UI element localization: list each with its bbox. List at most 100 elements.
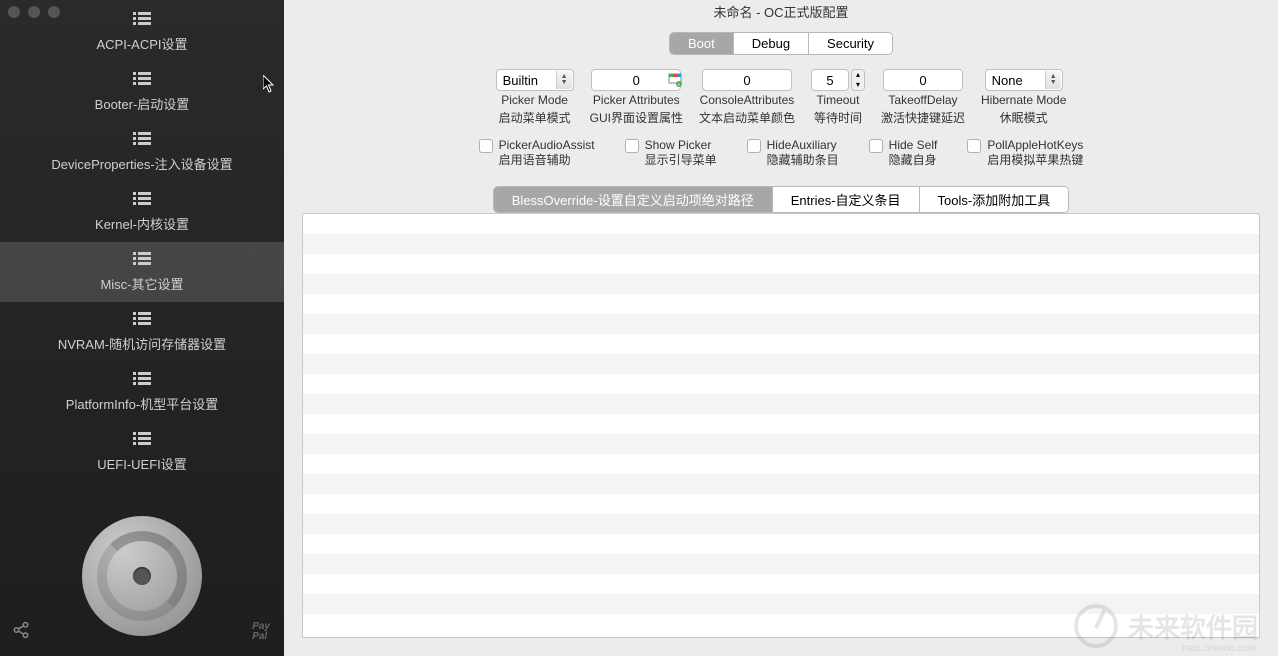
- hibernatemode-select[interactable]: None ▲▼: [985, 69, 1063, 91]
- minimize-window-button[interactable]: [28, 6, 40, 18]
- sidebar-item-nvram[interactable]: NVRAM-随机访问存储器设置: [0, 302, 284, 362]
- sidebar-item-deviceproperties[interactable]: DeviceProperties-注入设备设置: [0, 122, 284, 182]
- table-row[interactable]: [303, 354, 1259, 374]
- check-label: PickerAudioAssist: [499, 138, 595, 153]
- sidebar-item-label: NVRAM-随机访问存储器设置: [58, 334, 226, 353]
- table-row[interactable]: [303, 214, 1259, 234]
- field-sublabel: 文本启动菜单颜色: [699, 109, 795, 126]
- sidebar-item-booter[interactable]: Booter-启动设置: [0, 62, 284, 122]
- check-sublabel: 隐藏自身: [889, 153, 938, 168]
- table-row[interactable]: [303, 474, 1259, 494]
- field-label: Timeout: [817, 93, 860, 107]
- table-row[interactable]: [303, 434, 1259, 454]
- table-row[interactable]: [303, 574, 1259, 594]
- takeoffdelay-input[interactable]: [883, 69, 963, 91]
- check-label: PollAppleHotKeys: [987, 138, 1083, 153]
- field-label: Picker Mode: [501, 93, 568, 107]
- tab-blessoverride[interactable]: BlessOverride-设置自定义启动项绝对路径: [494, 187, 773, 212]
- step-up-button[interactable]: ▴: [852, 70, 864, 80]
- hideself-checkbox[interactable]: [869, 139, 883, 153]
- check-sublabel: 显示引导菜单: [645, 153, 717, 168]
- list-icon: [133, 72, 151, 86]
- table-row[interactable]: [303, 554, 1259, 574]
- table-area[interactable]: [302, 213, 1260, 638]
- check-showpicker: Show Picker 显示引导菜单: [625, 138, 717, 168]
- field-pickermode: Builtin ▲▼ Picker Mode 启动菜单模式: [496, 69, 574, 126]
- hideauxiliary-checkbox[interactable]: [747, 139, 761, 153]
- field-sublabel: 启动菜单模式: [499, 109, 571, 126]
- table-row[interactable]: [303, 414, 1259, 434]
- palette-icon[interactable]: +: [667, 72, 683, 88]
- pickermode-value: Builtin: [503, 73, 538, 88]
- table-row[interactable]: [303, 234, 1259, 254]
- list-icon: [133, 252, 151, 266]
- dropdown-arrows-icon: ▲▼: [556, 71, 572, 89]
- settings-dial[interactable]: [82, 516, 202, 636]
- pollapplehotkeys-checkbox[interactable]: [967, 139, 981, 153]
- tab-security[interactable]: Security: [809, 33, 892, 54]
- field-label: TakeoffDelay: [888, 93, 957, 107]
- timeout-input[interactable]: [811, 69, 849, 91]
- check-labels: Hide Self 隐藏自身: [889, 138, 938, 168]
- check-labels: PickerAudioAssist 启用语音辅助: [499, 138, 595, 168]
- sidebar-item-label: ACPI-ACPI设置: [96, 34, 187, 53]
- table-row[interactable]: [303, 594, 1259, 614]
- field-consoleattributes: ConsoleAttributes 文本启动菜单颜色: [699, 69, 795, 126]
- title-text: 未命名 - OC正式版配置: [713, 2, 848, 21]
- field-timeout: ▴ ▾ Timeout 等待时间: [811, 69, 865, 126]
- table-row[interactable]: [303, 314, 1259, 334]
- field-takeoffdelay: TakeoffDelay 激活快捷键延迟: [881, 69, 965, 126]
- table-row[interactable]: [303, 274, 1259, 294]
- field-pickerattributes: + Picker Attributes GUI界面设置属性: [590, 69, 683, 126]
- table-row[interactable]: [303, 294, 1259, 314]
- dropdown-arrows-icon: ▲▼: [1045, 71, 1061, 89]
- sidebar-item-misc[interactable]: Misc-其它设置: [0, 242, 284, 302]
- consoleattributes-input[interactable]: [702, 69, 792, 91]
- list-icon: [133, 132, 151, 146]
- table-row[interactable]: [303, 494, 1259, 514]
- share-icon[interactable]: [12, 621, 30, 642]
- table-row[interactable]: [303, 454, 1259, 474]
- field-sublabel: GUI界面设置属性: [590, 109, 683, 126]
- table-row[interactable]: [303, 514, 1259, 534]
- tab-tools[interactable]: Tools-添加附加工具: [920, 187, 1069, 212]
- hibernatemode-value: None: [992, 73, 1023, 88]
- list-icon: [133, 432, 151, 446]
- check-pickeraudioassist: PickerAudioAssist 启用语音辅助: [479, 138, 595, 168]
- sidebar-item-uefi[interactable]: UEFI-UEFI设置: [0, 422, 284, 482]
- window-title: 未命名 - OC正式版配置: [284, 0, 1278, 22]
- table-row[interactable]: [303, 394, 1259, 414]
- paypal-label[interactable]: Pay Pal: [252, 622, 270, 642]
- sidebar-bottom: Pay Pal: [0, 496, 284, 656]
- table-row[interactable]: [303, 374, 1259, 394]
- table-row[interactable]: [303, 534, 1259, 554]
- tab-boot[interactable]: Boot: [670, 33, 734, 54]
- field-sublabel: 激活快捷键延迟: [881, 109, 965, 126]
- timeout-stepper: ▴ ▾: [811, 69, 865, 91]
- stepper-buttons: ▴ ▾: [851, 69, 865, 91]
- field-hibernatemode: None ▲▼ Hibernate Mode 休眠模式: [981, 69, 1066, 126]
- sidebar-item-kernel[interactable]: Kernel-内核设置: [0, 182, 284, 242]
- list-icon: [133, 12, 151, 26]
- step-down-button[interactable]: ▾: [852, 80, 864, 90]
- dial-center: [133, 567, 151, 585]
- sidebar-item-label: UEFI-UEFI设置: [97, 454, 187, 473]
- sidebar: ACPI-ACPI设置 Booter-启动设置 DeviceProperties…: [0, 0, 284, 656]
- table-row[interactable]: [303, 254, 1259, 274]
- settings-row: Builtin ▲▼ Picker Mode 启动菜单模式 + Picker A…: [302, 69, 1260, 126]
- tab-entries[interactable]: Entries-自定义条目: [773, 187, 920, 212]
- pickeraudioassist-checkbox[interactable]: [479, 139, 493, 153]
- sidebar-item-label: PlatformInfo-机型平台设置: [66, 394, 218, 413]
- check-sublabel: 启用语音辅助: [499, 153, 595, 168]
- list-icon: [133, 192, 151, 206]
- tab-debug[interactable]: Debug: [734, 33, 809, 54]
- table-row[interactable]: [303, 334, 1259, 354]
- check-hideauxiliary: HideAuxiliary 隐藏辅助条目: [747, 138, 839, 168]
- sidebar-item-platforminfo[interactable]: PlatformInfo-机型平台设置: [0, 362, 284, 422]
- check-label: Show Picker: [645, 138, 717, 153]
- zoom-window-button[interactable]: [48, 6, 60, 18]
- pickermode-select[interactable]: Builtin ▲▼: [496, 69, 574, 91]
- close-window-button[interactable]: [8, 6, 20, 18]
- showpicker-checkbox[interactable]: [625, 139, 639, 153]
- sidebar-item-label: Booter-启动设置: [95, 94, 190, 113]
